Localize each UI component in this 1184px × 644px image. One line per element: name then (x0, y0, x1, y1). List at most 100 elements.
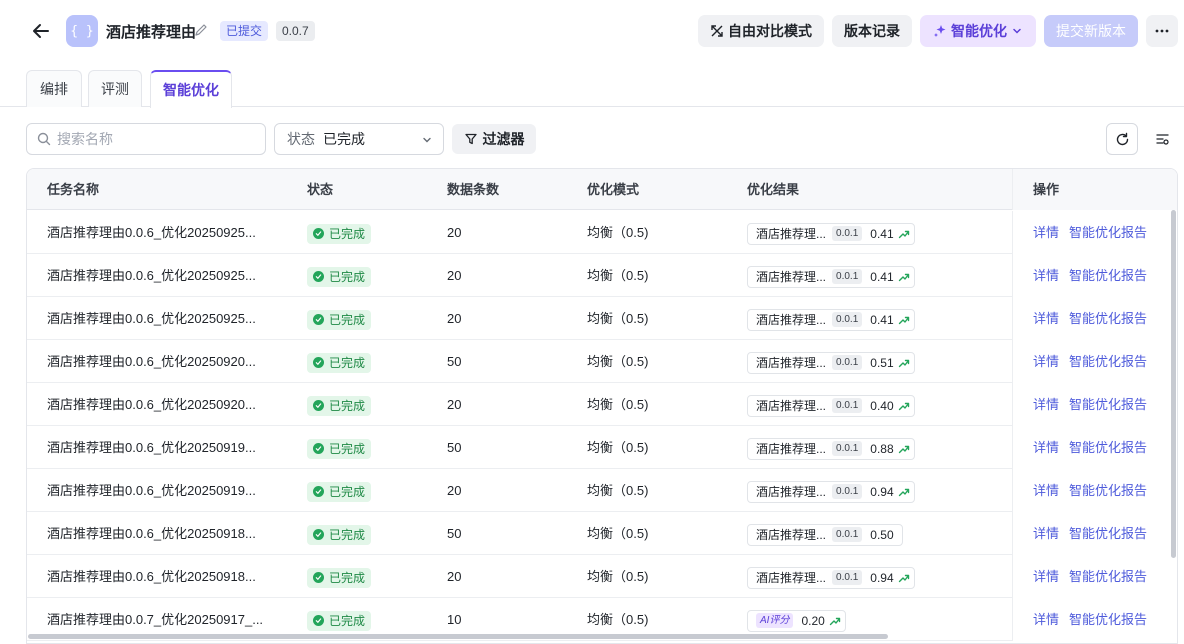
report-link[interactable]: 智能优化报告 (1069, 354, 1147, 369)
detail-link[interactable]: 详情 (1033, 311, 1059, 326)
optimization-result[interactable]: 酒店推荐理... 0.0.1 0.51 (747, 351, 915, 374)
column-settings-icon (1155, 133, 1169, 145)
smart-optimize-button[interactable]: 智能优化 (920, 15, 1036, 47)
result-score: 0.88 (870, 441, 894, 456)
optimization-result[interactable]: 酒店推荐理... 0.0.1 0.41 (747, 222, 915, 245)
result-version: 0.0.1 (832, 398, 863, 414)
status-text: 已完成 (329, 527, 366, 542)
result-version: 0.0.1 (832, 441, 863, 457)
status-badge: 已完成 (307, 223, 372, 244)
chevron-down-icon (1013, 28, 1021, 34)
status-cell: 已完成 (307, 426, 372, 469)
result-cell: 酒店推荐理... 0.0.1 0.41 (747, 254, 915, 297)
detail-link[interactable]: 详情 (1033, 612, 1059, 627)
version-history-button[interactable]: 版本记录 (832, 15, 912, 47)
report-link[interactable]: 智能优化报告 (1069, 569, 1147, 584)
status-cell: 已完成 (307, 211, 372, 254)
result-cell: 酒店推荐理... 0.0.1 0.41 (747, 297, 915, 340)
optimization-result[interactable]: 酒店推荐理... 0.0.1 0.41 (747, 308, 915, 331)
detail-link[interactable]: 详情 (1033, 268, 1059, 283)
tab-orchestrate[interactable]: 编排 (26, 70, 82, 107)
table-row: 酒店推荐理由0.0.6_优化20250925... 已完成 20 均衡（0.5) 酒店推… (27, 254, 1177, 297)
result-name: 酒店推荐理... (756, 570, 827, 585)
result-version: 0.0.1 (832, 312, 863, 328)
detail-link[interactable]: 详情 (1033, 354, 1059, 369)
column-header-name: 任务名称 (47, 182, 100, 197)
report-link[interactable]: 智能优化报告 (1069, 526, 1147, 541)
status-badge: 已完成 (307, 395, 372, 416)
optimization-result[interactable]: 酒店推荐理... 0.0.1 0.94 (747, 566, 915, 589)
optimization-result[interactable]: 酒店推荐理... 0.0.1 0.88 (747, 437, 915, 460)
ops-cell: 详情 智能优化报告 (1012, 211, 1177, 254)
ops-cell: 详情 智能优化报告 (1012, 297, 1177, 340)
column-settings-button[interactable] (1146, 123, 1178, 155)
status-cell: 已完成 (307, 254, 372, 297)
compare-icon (711, 25, 723, 37)
status-select[interactable]: 状态 已完成 (274, 123, 444, 155)
check-circle-icon (315, 489, 322, 495)
status-text: 已完成 (329, 226, 366, 241)
report-link[interactable]: 智能优化报告 (1069, 268, 1147, 283)
detail-link[interactable]: 详情 (1033, 569, 1059, 584)
table-row: 酒店推荐理由0.0.6_优化20250925... 已完成 20 均衡（0.5) 酒店推… (27, 297, 1177, 340)
vertical-scrollbar[interactable] (1171, 210, 1176, 558)
status-text: 已完成 (329, 441, 366, 456)
column-header-result: 优化结果 (747, 182, 800, 197)
search-box[interactable] (26, 123, 266, 155)
result-version: 0.0.1 (832, 570, 863, 586)
data-count: 20 (447, 569, 462, 584)
chevron-down-icon (423, 137, 431, 143)
result-score: 0.41 (870, 269, 894, 284)
arrow-left-icon (33, 24, 49, 38)
status-badge: 已完成 (307, 266, 372, 287)
table-row: 酒店推荐理由0.0.6_优化20250925... 已完成 20 均衡（0.5) 酒店推… (27, 211, 1177, 254)
refresh-button[interactable] (1106, 123, 1138, 155)
filter-icon (464, 133, 477, 145)
result-cell: 酒店推荐理... 0.0.1 0.50 (747, 512, 903, 555)
report-link[interactable]: 智能优化报告 (1069, 397, 1147, 412)
table-row: 酒店推荐理由0.0.6_优化20250919... 已完成 20 均衡（0.5) 酒店推… (27, 469, 1177, 512)
filter-button[interactable]: 过滤器 (452, 124, 536, 154)
optimization-result[interactable]: 酒店推荐理... 0.0.1 0.40 (747, 394, 915, 417)
status-select-label: 状态 (287, 131, 315, 147)
compare-mode-button[interactable]: 自由对比模式 (698, 15, 824, 47)
table-row: 酒店推荐理由0.0.6_优化20250918... 已完成 50 均衡（0.5) 酒店推… (27, 512, 1177, 555)
report-link[interactable]: 智能优化报告 (1069, 440, 1147, 455)
more-horizontal-icon (1155, 29, 1169, 33)
report-link[interactable]: 智能优化报告 (1069, 612, 1147, 627)
trend-up-icon (898, 230, 909, 238)
table-row: 酒店推荐理由0.0.6_优化20250920... 已完成 50 均衡（0.5) 酒店推… (27, 340, 1177, 383)
status-cell: 已完成 (307, 512, 372, 555)
status-badge: 已完成 (307, 567, 372, 588)
pencil-icon[interactable] (194, 23, 208, 37)
detail-link[interactable]: 详情 (1033, 225, 1059, 240)
back-button[interactable] (26, 16, 56, 46)
report-link[interactable]: 智能优化报告 (1069, 483, 1147, 498)
result-name: 酒店推荐理... (756, 527, 827, 542)
ops-cell: 详情 智能优化报告 (1012, 598, 1177, 641)
table-row: 酒店推荐理由0.0.6_优化20250918... 已完成 20 均衡（0.5) 酒店推… (27, 555, 1177, 598)
detail-link[interactable]: 详情 (1033, 526, 1059, 541)
detail-link[interactable]: 详情 (1033, 483, 1059, 498)
more-button[interactable] (1146, 15, 1178, 47)
tab-smart-optimize[interactable]: 智能优化 (150, 70, 232, 108)
report-link[interactable]: 智能优化报告 (1069, 311, 1147, 326)
optimization-result[interactable]: 酒店推荐理... 0.0.1 0.41 (747, 265, 915, 288)
status-cell: 已完成 (307, 340, 372, 383)
optimization-result[interactable]: 酒店推荐理... 0.0.1 0.50 (747, 523, 903, 546)
version-history-label: 版本记录 (844, 23, 900, 39)
tab-evaluate[interactable]: 评测 (88, 70, 142, 107)
report-link[interactable]: 智能优化报告 (1069, 225, 1147, 240)
search-input[interactable] (57, 131, 247, 147)
result-version: 0.0.1 (832, 226, 863, 242)
status-badge: 已完成 (307, 309, 372, 330)
detail-link[interactable]: 详情 (1033, 397, 1059, 412)
status-badge: 已完成 (307, 610, 372, 631)
optimization-result[interactable]: 酒店推荐理... 0.0.1 0.94 (747, 480, 915, 503)
submit-version-label: 提交新版本 (1056, 23, 1126, 39)
column-header-ops: 操作 (1012, 169, 1177, 210)
detail-link[interactable]: 详情 (1033, 440, 1059, 455)
data-count: 50 (447, 526, 462, 541)
submit-version-button[interactable]: 提交新版本 (1044, 15, 1138, 47)
horizontal-scrollbar[interactable] (28, 634, 888, 639)
